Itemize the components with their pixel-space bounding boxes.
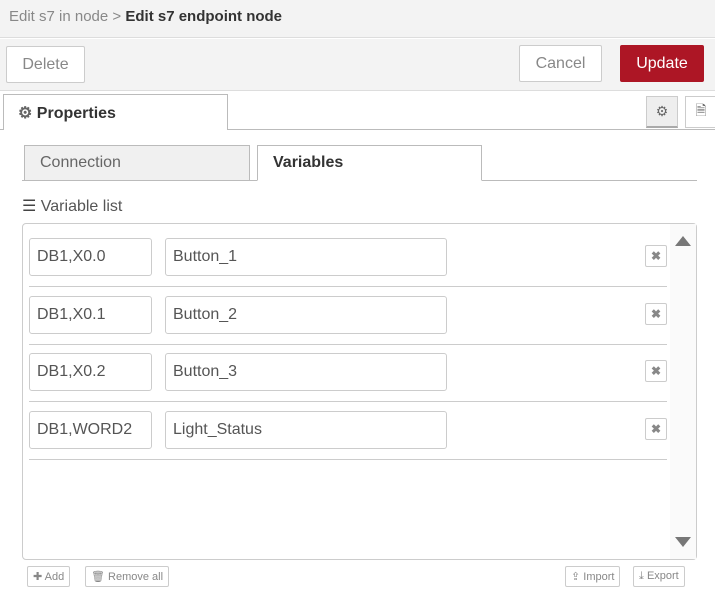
add-button[interactable]: ✚ Add — [27, 566, 71, 587]
label: Add — [44, 571, 65, 583]
tab-connection[interactable]: Connection — [24, 145, 250, 181]
tab-variables[interactable]: Variables — [257, 145, 482, 181]
close-icon: ✖ — [650, 249, 662, 263]
variable-row: DB1,X0.2 Button_3 ✖ — [29, 345, 667, 402]
tab-properties[interactable]: ⚙ Properties — [3, 94, 228, 130]
breadcrumb: Edit s7 in node > Edit s7 endpoint node — [0, 0, 715, 38]
address-input[interactable]: DB1,X0.1 — [29, 295, 152, 334]
separator: > — [112, 8, 122, 25]
list-icon: ☰ — [22, 198, 37, 215]
settings-gear-icon[interactable]: ⚙ — [646, 96, 678, 128]
gear-icon: ⚙ — [18, 105, 33, 122]
download-icon: ⤓ — [639, 570, 644, 582]
tab-label: Properties — [36, 105, 116, 122]
name-input[interactable]: Button_1 — [165, 238, 447, 276]
remove-row-button[interactable]: ✖ — [645, 417, 667, 440]
remove-row-button[interactable]: ✖ — [645, 360, 667, 382]
label: Export — [646, 570, 679, 582]
scroll-down-icon[interactable] — [675, 537, 691, 547]
label: Remove all — [108, 571, 164, 583]
remove-all-button[interactable]: 🗑 Remove all — [85, 566, 170, 587]
variable-row: DB1,X0.1 Button_2 ✖ — [29, 288, 667, 345]
name-input[interactable]: Button_3 — [165, 353, 447, 391]
label-text: Variable list — [40, 198, 123, 215]
address-input[interactable]: DB1,WORD2 — [29, 410, 152, 449]
close-icon: ✖ — [650, 306, 662, 321]
update-button[interactable]: Update — [620, 45, 704, 82]
variable-row: DB1,WORD2 Light_Status ✖ — [29, 403, 667, 460]
address-input[interactable]: DB1,X0.2 — [29, 353, 152, 391]
page-title: Edit s7 endpoint node — [125, 8, 283, 25]
variable-list: DB1,X0.0 Button_1 ✖ DB1,X0.1 Button_2 ✖ DB… — [22, 223, 697, 560]
address-input[interactable]: DB1,X0.0 — [29, 238, 152, 276]
scroll-up-icon[interactable] — [675, 236, 691, 246]
remove-row-button[interactable]: ✖ — [645, 245, 667, 267]
import-button[interactable]: ⇪ Import — [565, 566, 621, 587]
plus-icon: ✚ — [33, 571, 43, 583]
name-input[interactable]: Button_2 — [165, 295, 447, 334]
label: Import — [583, 571, 615, 583]
cancel-button[interactable]: Cancel — [519, 45, 602, 82]
variable-list-label: ☰ Variable list — [22, 196, 122, 216]
name-input[interactable]: Light_Status — [165, 410, 447, 449]
delete-button[interactable]: Delete — [6, 46, 85, 83]
scrollbar[interactable] — [670, 224, 696, 559]
breadcrumb-parent[interactable]: Edit s7 in node — [9, 8, 108, 25]
toolbar: Delete Cancel Update — [0, 39, 715, 91]
description-file-icon[interactable]: 🗎 — [685, 96, 715, 128]
close-icon: ✖ — [650, 421, 662, 436]
trash-icon: 🗑 — [91, 571, 105, 583]
upload-icon: ⇪ — [571, 571, 581, 583]
export-button[interactable]: ⤓ Export — [633, 566, 685, 587]
remove-row-button[interactable]: ✖ — [645, 302, 667, 325]
close-icon: ✖ — [650, 364, 662, 378]
variable-row: DB1,X0.0 Button_1 ✖ — [29, 230, 667, 287]
